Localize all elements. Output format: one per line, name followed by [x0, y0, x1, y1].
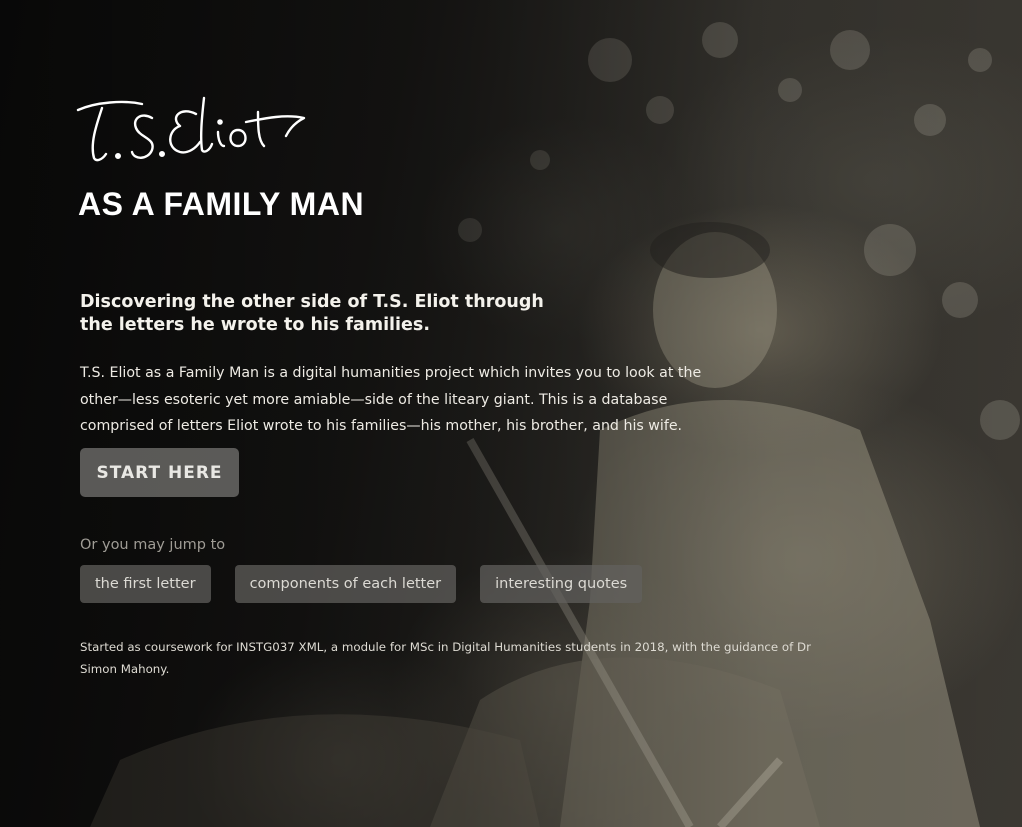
jump-links-group: the first letter components of each lett… — [80, 565, 643, 603]
site-subtitle: AS A FAMILY MAN — [78, 186, 365, 222]
hero-section: AS A FAMILY MAN Discovering the other si… — [0, 0, 1022, 827]
signature-logo — [76, 96, 306, 162]
jump-link-letter-components[interactable]: components of each letter — [234, 565, 457, 603]
intro-description: T.S. Eliot as a Family Man is a digital … — [80, 365, 702, 434]
start-here-button[interactable]: START HERE — [80, 448, 239, 497]
coursework-footnote: Started as coursework for INSTG037 XML, … — [80, 640, 811, 676]
jump-to-label: Or you may jump to — [80, 537, 226, 553]
jump-link-interesting-quotes[interactable]: interesting quotes — [480, 565, 643, 603]
jump-link-first-letter[interactable]: the first letter — [80, 565, 211, 603]
intro-lead: Discovering the other side of T.S. Eliot… — [80, 292, 544, 335]
